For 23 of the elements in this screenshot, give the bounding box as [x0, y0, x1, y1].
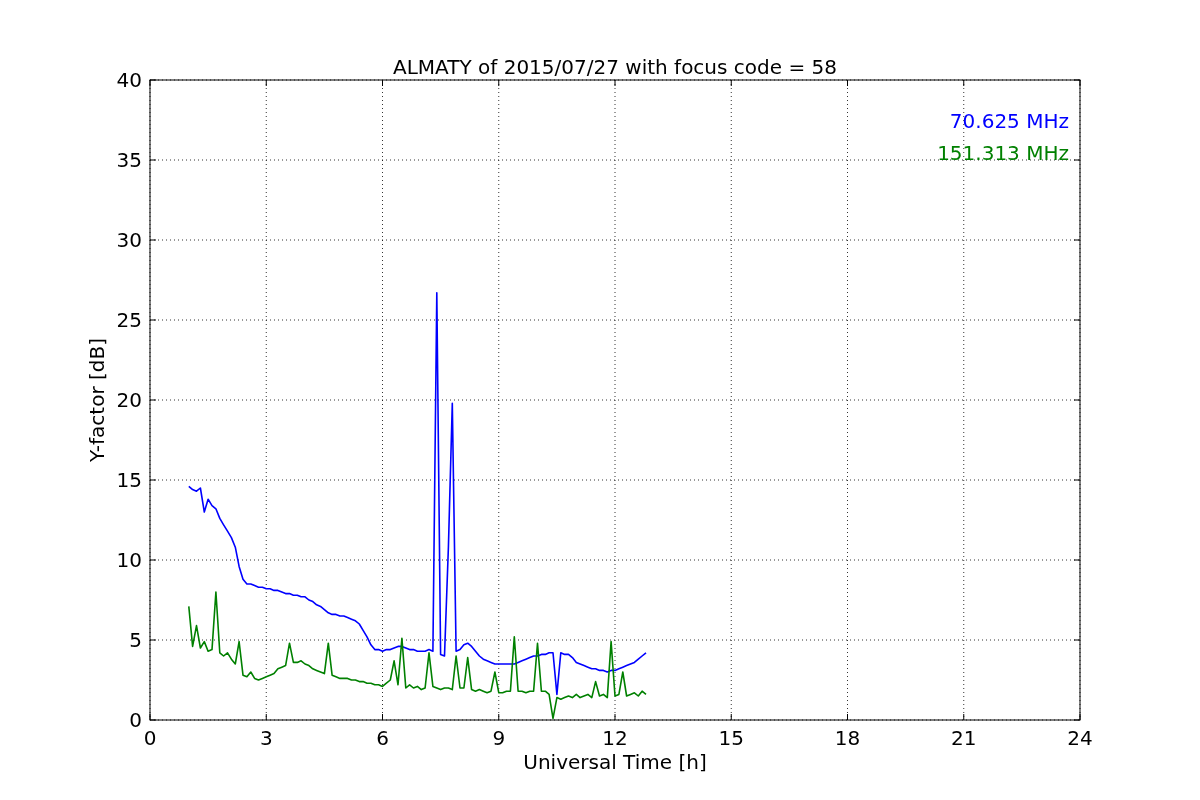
x-tick-label: 18 — [834, 726, 861, 750]
x-tick-label: 15 — [718, 726, 744, 750]
y-tick-label: 10 — [116, 548, 142, 572]
x-tick-label: 24 — [1067, 726, 1093, 750]
x-axis-label: Universal Time [h] — [523, 750, 707, 774]
chart-title: ALMATY of 2015/07/27 with focus code = 58 — [393, 55, 837, 79]
y-tick-label: 20 — [116, 388, 142, 412]
y-tick-label: 25 — [116, 308, 142, 332]
x-tick-label: 3 — [259, 726, 273, 750]
y-tick-label: 5 — [129, 628, 142, 652]
legend-label: 70.625 MHz — [949, 109, 1069, 133]
y-axis-label: Y-factor [dB] — [85, 338, 109, 462]
y-tick-label: 30 — [116, 228, 142, 252]
x-tick-label: 12 — [602, 726, 628, 750]
y-tick-label: 0 — [129, 708, 142, 732]
y-tick-label: 15 — [116, 468, 142, 492]
y-tick-label: 40 — [116, 68, 142, 92]
legend-label: 151.313 MHz — [937, 141, 1069, 165]
x-tick-label: 6 — [376, 726, 389, 750]
x-tick-label: 9 — [492, 726, 506, 750]
x-tick-label: 21 — [951, 726, 977, 750]
x-tick-label: 0 — [143, 726, 157, 750]
y-tick-label: 35 — [116, 148, 142, 172]
